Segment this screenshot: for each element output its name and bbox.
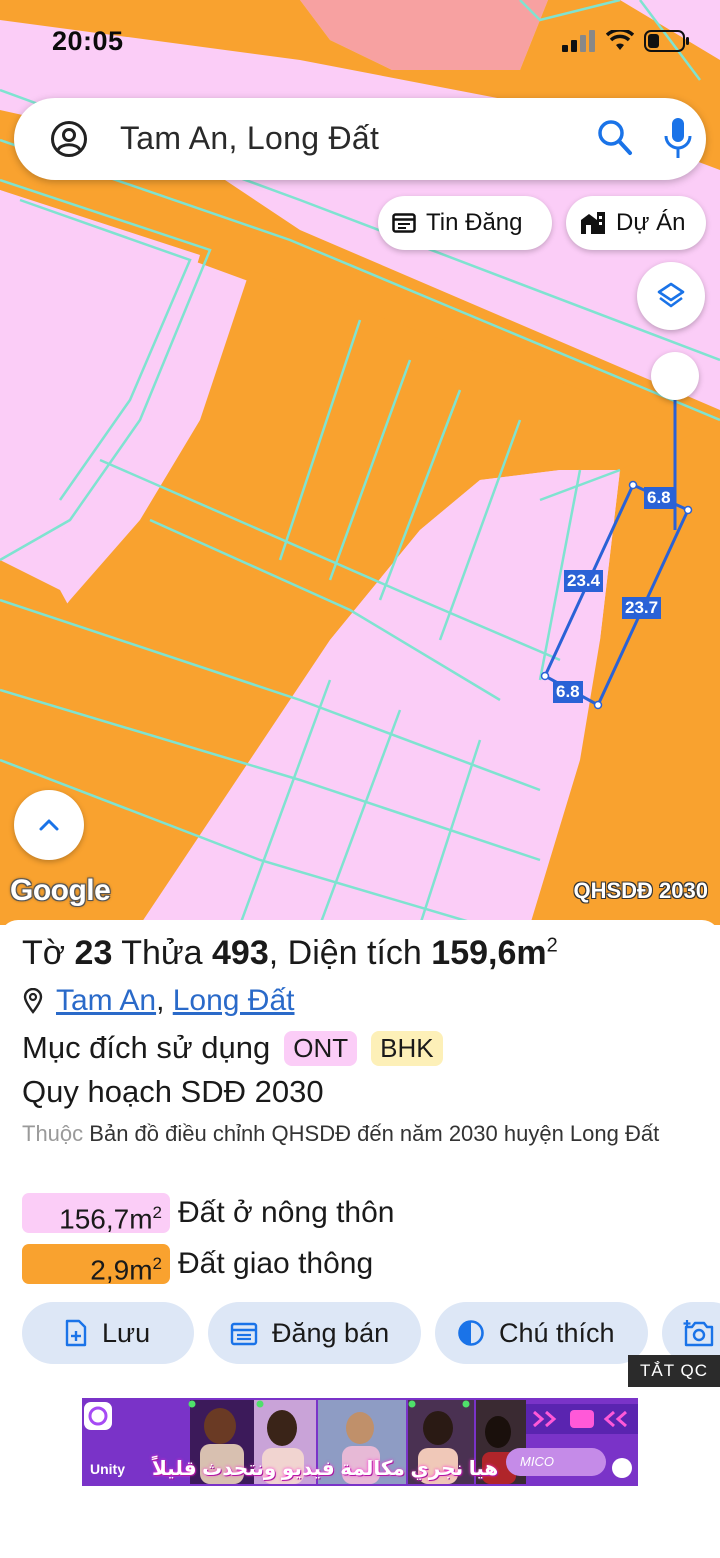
area-chip-traffic: 2,9m2	[22, 1244, 170, 1285]
status-time: 20:05	[52, 26, 124, 56]
ad-caption: هيا نجري مكالمة فيديو ونتحدث قليلاً	[152, 1458, 499, 1480]
building-icon	[581, 212, 605, 234]
search-bar[interactable]: Tam An, Long Đất	[14, 98, 706, 180]
plan-source-text: Thuộc Bản đồ điều chỉnh QHSDĐ đến năm 20…	[22, 1121, 660, 1146]
dimension-label-left: 23.4	[564, 570, 604, 592]
layers-icon	[657, 282, 685, 308]
dimension-label-right: 23.7	[622, 597, 662, 619]
post-for-sale-button[interactable]: Đăng bán	[208, 1302, 421, 1364]
purpose-tag-bhk: BHK	[371, 1030, 443, 1066]
contrast-icon	[458, 1320, 484, 1346]
calendar-icon	[230, 1322, 258, 1346]
projects-pill-label: Dự Án	[616, 209, 686, 236]
layers-button[interactable]	[637, 262, 705, 330]
listing-icon	[392, 213, 416, 233]
add-photo-icon	[683, 1320, 714, 1347]
save-button-label: Lưu	[102, 1317, 151, 1348]
ad-app-name: MICO	[520, 1454, 554, 1469]
map-view[interactable]: 6.8 23.4 23.7 6.8 20:05 Tam An, Long Đất…	[0, 0, 720, 925]
ad-banner[interactable]: Unity هيا نجري مكالمة فيديو ونتحدث قليلا…	[82, 1398, 638, 1486]
plan-title: Quy hoạch SDĐ 2030	[22, 1074, 324, 1109]
commune-link[interactable]: Tam An	[56, 984, 156, 1018]
purpose-label: Mục đích sử dụng	[22, 1030, 271, 1065]
post-button-label: Đăng bán	[272, 1317, 390, 1348]
legend-button[interactable]: Chú thích	[435, 1302, 648, 1364]
area-chip-ont: 156,7m2	[22, 1193, 170, 1234]
listings-pill-label: Tin Đăng	[426, 209, 523, 236]
area-label-ont: Đất ở nông thôn	[178, 1196, 395, 1229]
signal-icon	[562, 30, 595, 52]
google-logo: Google	[10, 874, 111, 907]
area-label-traffic: Đất giao thông	[178, 1247, 374, 1280]
parcel-info-sheet: Tờ 23 Thửa 493, Diện tích 159,6m2 Tam An…	[0, 920, 720, 1558]
district-link[interactable]: Long Đất	[173, 984, 295, 1018]
location-pin-icon	[23, 988, 43, 1014]
expand-sheet-button[interactable]	[14, 790, 84, 860]
add-document-icon	[65, 1319, 87, 1347]
location-row: Tam An, Long Đất	[22, 984, 295, 1018]
dimension-label-top: 6.8	[644, 487, 674, 509]
save-button[interactable]: Lưu	[22, 1302, 194, 1364]
account-icon[interactable]	[50, 120, 88, 158]
ad-brand-label: Unity	[90, 1461, 125, 1477]
search-icon[interactable]	[597, 118, 633, 158]
listings-pill-button[interactable]: Tin Đăng	[378, 196, 552, 250]
land-use-purpose-row: Mục đích sử dụng ONT BHK	[22, 1030, 443, 1066]
microphone-icon[interactable]	[662, 116, 694, 160]
battery-icon	[644, 30, 689, 52]
status-icons	[562, 30, 690, 52]
chevron-up-icon	[39, 819, 59, 831]
area-breakdown-row: 2,9m2 Đất giao thông	[22, 1244, 374, 1285]
map-source-label: QHSDĐ 2030	[573, 878, 708, 903]
opacity-slider-handle[interactable]	[651, 352, 699, 400]
projects-pill-button[interactable]: Dự Án	[566, 196, 706, 250]
area-breakdown-row: 156,7m2 Đất ở nông thôn	[22, 1193, 395, 1234]
wifi-icon	[606, 30, 634, 50]
status-bar: 20:05	[0, 0, 720, 86]
dimension-label-bottom: 6.8	[553, 681, 583, 703]
parcel-title: Tờ 23 Thửa 493, Diện tích 159,6m2	[22, 934, 558, 972]
legend-button-label: Chú thích	[499, 1317, 615, 1348]
close-ad-button[interactable]: TẮT QC	[628, 1355, 720, 1387]
search-input[interactable]: Tam An, Long Đất	[120, 120, 379, 157]
purpose-tag-ont: ONT	[284, 1030, 358, 1066]
